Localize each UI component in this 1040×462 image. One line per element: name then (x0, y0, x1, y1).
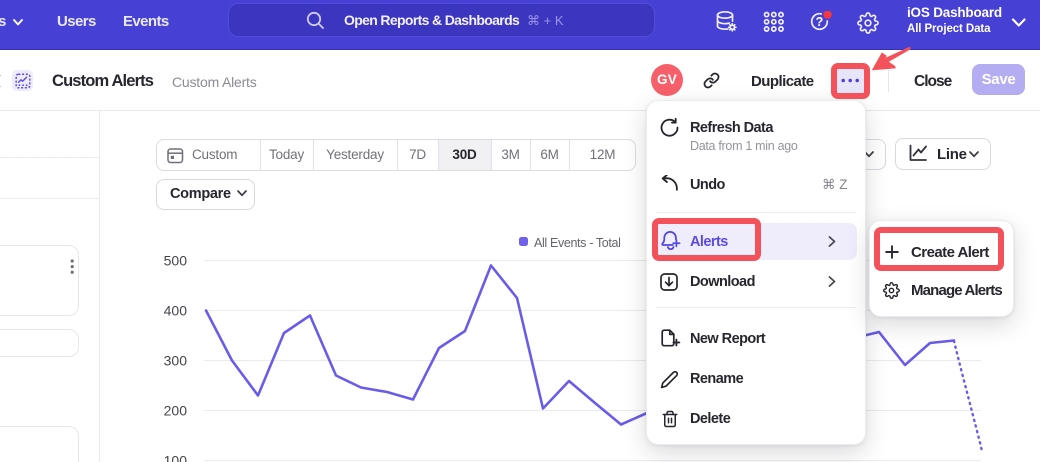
svg-text:400: 400 (164, 303, 188, 319)
svg-text:200: 200 (164, 403, 188, 419)
svg-text:500: 500 (164, 253, 188, 269)
svg-text:100: 100 (164, 453, 188, 462)
svg-text:300: 300 (164, 353, 188, 369)
